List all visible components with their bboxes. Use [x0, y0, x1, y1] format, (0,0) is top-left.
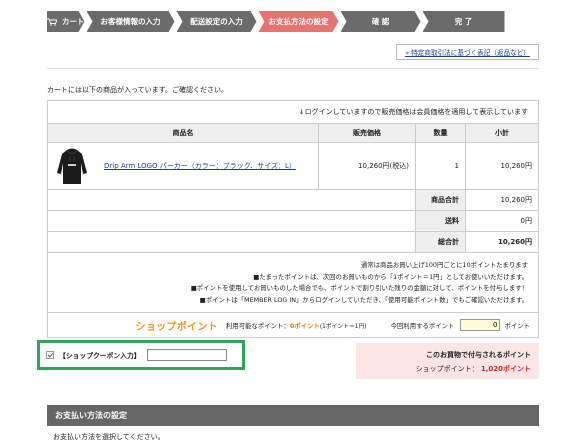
cart-intro-text: カートには以下の商品が入っています。ご確認ください。	[47, 86, 228, 94]
tokusho-law-link[interactable]: » 特定商取引法に基づく表記（返品など）	[396, 44, 539, 60]
payment-section-header: お支払い方法の設定	[47, 405, 539, 426]
points-info-line: ■たまったポイントは、次回のお買いものから「1ポイント＝1円」としてお使いいただ…	[253, 272, 528, 281]
point-usage-bar: ショップポイント 利用可能なポイント： 0ポイント (1ポイント＝1円) 今回利…	[48, 313, 538, 337]
item-price: 10,260円(税込)	[319, 143, 416, 189]
header-qty: 数量	[416, 124, 466, 142]
product-name-link[interactable]: Drip Arm LOGO パーカー（カラー：ブラック、サイズ：L）	[104, 161, 296, 171]
checkout-steps: カート お客様情報の入力 配送設定の入力 お支払方法の設定 確 認 完 了	[47, 11, 539, 32]
earned-points-label: ショップポイント：	[415, 365, 479, 373]
divider	[47, 68, 539, 69]
step-shipping: 配送設定の入力	[177, 11, 257, 32]
coupon-input[interactable]	[146, 349, 227, 361]
step-confirm: 確 認	[341, 11, 421, 32]
coupon-checkbox[interactable]	[46, 351, 54, 359]
coupon-section: 【ショップクーポン入力】	[37, 340, 245, 370]
cart-table: ↓ログインしていますので販売価格は会員価格を適用して表示しています 商品名 販売…	[47, 100, 539, 338]
step-payment: お支払方法の設定	[259, 11, 339, 32]
points-info-line: ■ポイントを使用してお買いものした場合でも、ポイントで割り引いた残りの金額に対し…	[190, 284, 528, 292]
summary-row-items: 商品合計 10,260円	[48, 190, 538, 211]
table-header: 商品名 販売価格 数量 小計	[48, 124, 538, 143]
step-label: お支払方法の設定	[268, 17, 329, 26]
earned-points-box: このお買物で付与されるポイント ショップポイント： 1,020ポイント	[356, 343, 539, 379]
points-info-line: 通常は商品お買い上げ100円ごとに10ポイントたまります	[360, 261, 528, 269]
step-label: 配送設定の入力	[190, 17, 243, 26]
summary-value: 10,260円	[497, 238, 532, 246]
header-name: 商品名	[48, 124, 319, 142]
item-subtotal: 10,260円	[500, 162, 533, 170]
shop-point-logo: ショップポイント	[135, 321, 218, 333]
summary-label: 商品合計	[416, 190, 466, 210]
step-cart: カート	[47, 11, 85, 32]
use-points-label: 今回利用するポイント	[390, 321, 455, 330]
step-label: カート	[62, 17, 85, 26]
header-price: 販売価格	[319, 124, 416, 142]
summary-value: 10,260円	[500, 196, 533, 204]
step-label: お客様情報の入力	[100, 17, 161, 26]
summary-label: 総合計	[416, 232, 466, 252]
table-row: Drip Arm LOGO パーカー（カラー：ブラック、サイズ：L） 10,26…	[48, 143, 538, 190]
available-points-value: 0ポイント	[289, 321, 320, 330]
points-info: 通常は商品お買い上げ100円ごとに10ポイントたまります ■たまったポイントは、…	[48, 253, 538, 313]
points-info-line: ■ポイントは「MEMBER LOG IN」からログインしていただき、「使用可能ポ…	[199, 295, 528, 304]
login-price-note: ↓ログインしていますので販売価格は会員価格を適用して表示しています	[48, 101, 538, 124]
summary-row-shipping: 送料 0円	[48, 211, 538, 232]
earned-points-title: このお買物で付与されるポイント	[426, 351, 531, 359]
summary-row-total: 総合計 10,260円	[48, 232, 538, 253]
use-points-input[interactable]	[460, 319, 501, 331]
point-rate: (1ポイント＝1円)	[319, 323, 367, 330]
header-subtotal: 小計	[495, 129, 509, 137]
step-label: 確 認	[371, 17, 390, 26]
step-label: 完 了	[454, 17, 473, 26]
use-points-unit: ポイント	[504, 321, 530, 330]
earned-points-value: 1,020ポイント	[480, 365, 531, 373]
hoodie-image[interactable]	[56, 147, 88, 185]
summary-value: 0円	[520, 217, 532, 225]
cart-icon	[47, 18, 57, 26]
available-points-label: 利用可能なポイント：	[225, 321, 290, 330]
summary-label: 送料	[416, 211, 466, 231]
step-complete: 完 了	[422, 11, 505, 32]
step-customer-info: お客様情報の入力	[87, 11, 175, 32]
item-qty: 1	[416, 143, 466, 189]
payment-instruction: お支払い方法を選択してください。	[53, 433, 165, 441]
coupon-label: 【ショップクーポン入力】	[59, 352, 141, 360]
